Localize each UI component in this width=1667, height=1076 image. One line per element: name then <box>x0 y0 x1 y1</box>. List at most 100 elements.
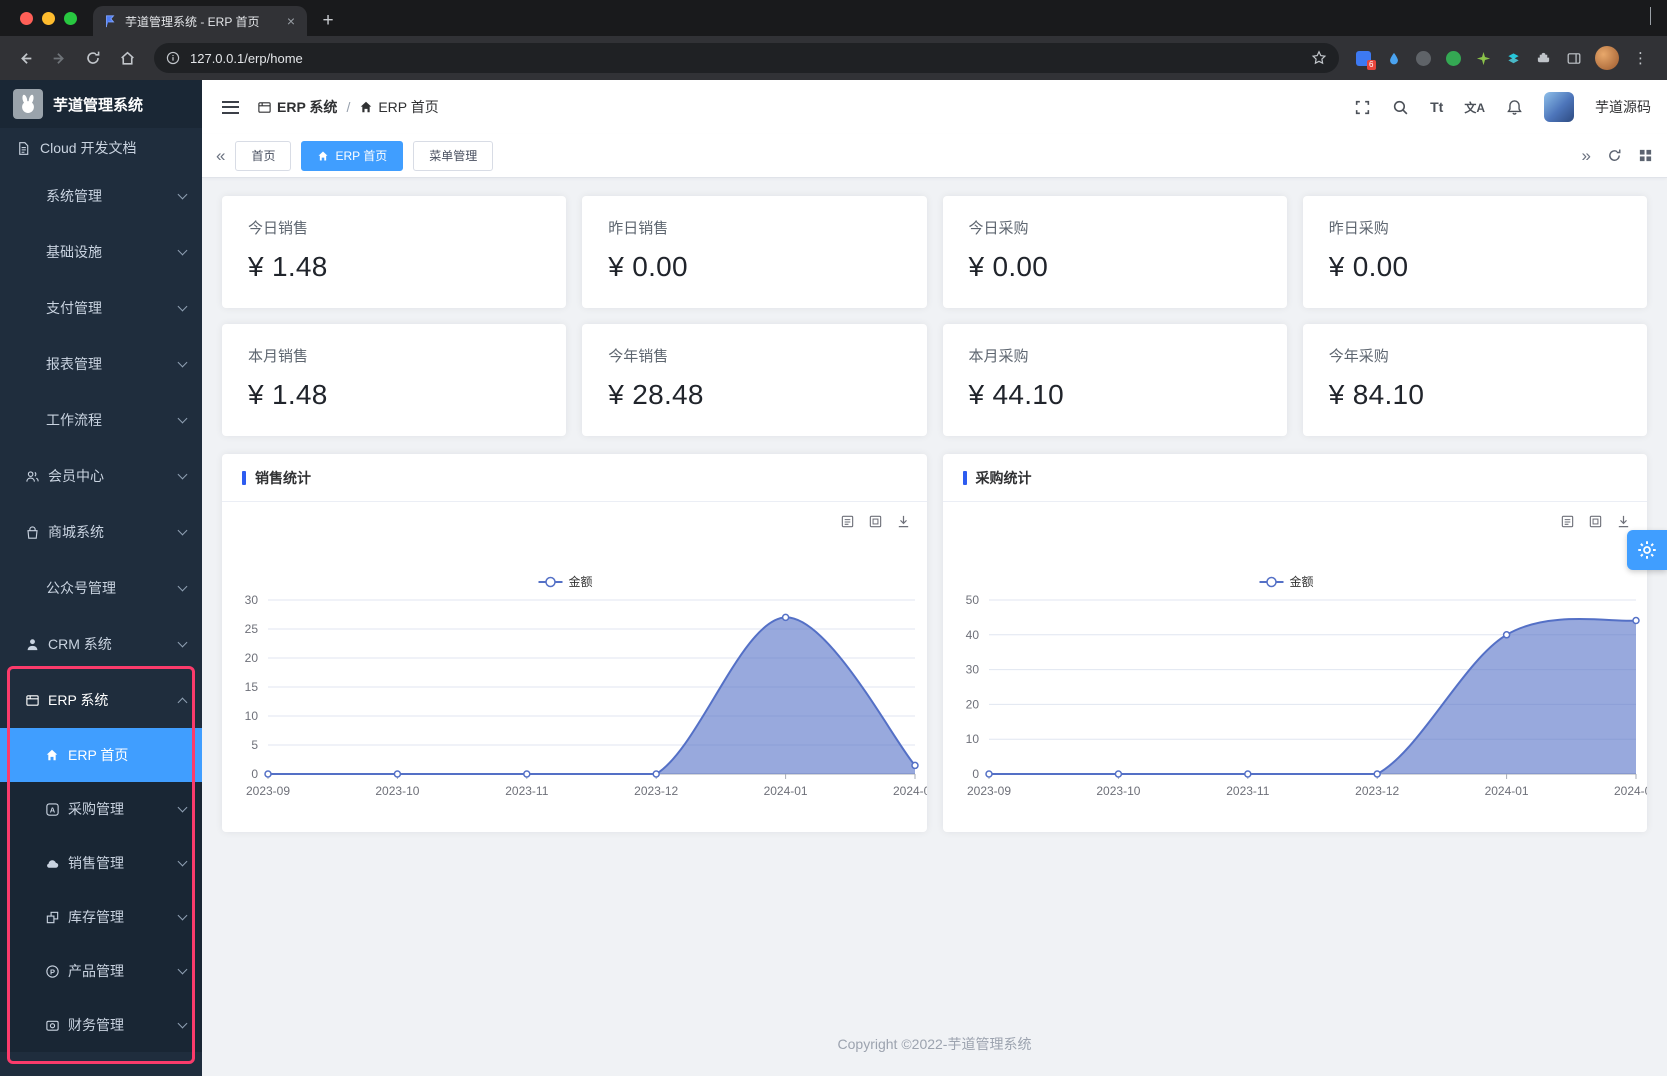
sidebar-item-erp-purchase[interactable]: A 采购管理 <box>0 782 202 836</box>
svg-text:2023-09: 2023-09 <box>246 784 290 798</box>
svg-text:5: 5 <box>251 738 258 752</box>
tags-scroll-right-icon[interactable]: » <box>1582 147 1591 164</box>
notifications-bell-icon[interactable] <box>1506 99 1523 116</box>
tag-erp-home[interactable]: ERP 首页 <box>301 141 403 171</box>
stat-value: ¥ 84.10 <box>1329 379 1621 411</box>
extension-layers-icon[interactable] <box>1505 50 1522 67</box>
sidebar-item-payment[interactable]: 支付管理 <box>0 280 202 336</box>
user-avatar[interactable] <box>1544 92 1574 122</box>
chevron-down-icon <box>178 857 188 867</box>
sidebar-item-report[interactable]: 报表管理 <box>0 336 202 392</box>
refresh-icon[interactable] <box>1607 148 1622 163</box>
address-bar[interactable]: 127.0.0.1/erp/home <box>154 43 1339 73</box>
sidebar-item-erp-inventory[interactable]: 库存管理 <box>0 890 202 944</box>
minimize-window-button[interactable] <box>42 12 55 25</box>
reload-button[interactable] <box>78 43 108 73</box>
maximize-window-button[interactable] <box>64 12 77 25</box>
cloud-icon <box>44 855 60 871</box>
home-button[interactable] <box>112 43 142 73</box>
svg-text:0: 0 <box>251 767 258 781</box>
sidebar-item-crm[interactable]: CRM 系统 <box>0 616 202 672</box>
extension-dark-circle-icon[interactable] <box>1415 50 1432 67</box>
sales-chart-canvas: 0510152025302023-092023-102023-112023-12… <box>222 502 927 832</box>
svg-text:30: 30 <box>965 663 979 677</box>
stat-card-today-sales: 今日销售 ¥ 1.48 <box>222 196 566 308</box>
sidebar-item-erp[interactable]: ERP 系统 <box>0 672 202 728</box>
app-logo-row[interactable]: 芋道管理系统 <box>0 80 202 128</box>
stat-label: 今年销售 <box>608 345 900 366</box>
tag-menu-management[interactable]: 菜单管理 <box>413 141 493 171</box>
browser-menu-kebab-icon[interactable]: ⋮ <box>1632 50 1649 67</box>
header-actions: Tt 文A 芋道源码 <box>1354 92 1651 122</box>
svg-text:40: 40 <box>965 628 979 642</box>
sidebar-item-erp-product[interactable]: P 产品管理 <box>0 944 202 998</box>
doc-link-label: Cloud 开发文档 <box>40 138 136 158</box>
fullscreen-icon[interactable] <box>1354 99 1371 116</box>
chevron-down-icon <box>178 911 188 921</box>
extension-green-circle-icon[interactable] <box>1445 50 1462 67</box>
sidebar-item-infra[interactable]: 基础设施 <box>0 224 202 280</box>
sidebar-item-system[interactable]: 系统管理 <box>0 168 202 224</box>
svg-text:10: 10 <box>965 732 979 746</box>
browser-tab[interactable]: 芋道管理系统 - ERP 首页 × <box>93 6 307 36</box>
sidebar-item-official-account[interactable]: 公众号管理 <box>0 560 202 616</box>
chart-toolbox-dataview-icon[interactable] <box>1560 514 1575 529</box>
sidebar-item-mall[interactable]: 商城系统 <box>0 504 202 560</box>
tab-title: 芋道管理系统 - ERP 首页 <box>125 13 277 30</box>
bookmark-star-icon[interactable] <box>1311 50 1327 66</box>
tab-favicon <box>103 14 117 28</box>
close-window-button[interactable] <box>20 12 33 25</box>
side-panel-icon[interactable] <box>1565 50 1582 67</box>
breadcrumb-separator: / <box>346 99 350 115</box>
app-title: 芋道管理系统 <box>53 94 143 115</box>
browser-profile-avatar[interactable] <box>1595 46 1619 70</box>
tab-close-icon[interactable]: × <box>285 13 297 29</box>
font-size-icon[interactable]: Tt <box>1430 99 1443 115</box>
sidebar-item-erp-sales[interactable]: 销售管理 <box>0 836 202 890</box>
svg-text:20: 20 <box>245 651 259 665</box>
product-icon: P <box>44 963 60 979</box>
hamburger-menu-icon[interactable] <box>218 97 243 118</box>
sidebar-item-workflow[interactable]: 工作流程 <box>0 392 202 448</box>
extensions-puzzle-icon[interactable] <box>1535 50 1552 67</box>
site-info-icon[interactable] <box>166 51 180 65</box>
stat-label: 昨日销售 <box>608 217 900 238</box>
extension-star-icon[interactable] <box>1475 50 1492 67</box>
tag-home[interactable]: 首页 <box>235 141 291 171</box>
new-tab-button[interactable]: + <box>315 7 341 33</box>
search-icon[interactable] <box>1392 99 1409 116</box>
sidebar-item-erp-finance[interactable]: 财务管理 <box>0 998 202 1052</box>
translate-icon[interactable]: 文A <box>1464 99 1485 116</box>
stat-card-year-purchase: 今年采购 ¥ 84.10 <box>1303 324 1647 436</box>
chevron-down-icon <box>178 1019 188 1029</box>
sidebar-item-member[interactable]: 会员中心 <box>0 448 202 504</box>
layout-grid-icon[interactable] <box>1638 148 1653 163</box>
svg-text:25: 25 <box>245 622 259 636</box>
app-root: 芋道管理系统 Cloud 开发文档 系统管理 基础设施 支付管理 报表管理 <box>0 80 1667 1076</box>
chart-toolbox-restore-icon[interactable] <box>868 514 883 529</box>
chart-toolbox <box>1560 514 1631 529</box>
breadcrumb-erp-home[interactable]: ERP 首页 <box>359 97 438 117</box>
sidebar-item-erp-home[interactable]: ERP 首页 <box>0 728 202 782</box>
breadcrumb-erp-system[interactable]: ERP 系统 <box>257 97 337 117</box>
svg-text:2023-10: 2023-10 <box>1096 784 1140 798</box>
tab-search-chevron-icon[interactable] <box>1650 7 1651 25</box>
chart-toolbox-download-icon[interactable] <box>896 514 911 529</box>
svg-text:30: 30 <box>245 593 259 607</box>
title-accent-bar <box>242 471 246 485</box>
chart-toolbox-download-icon[interactable] <box>1616 514 1631 529</box>
stat-label: 今日采购 <box>969 217 1261 238</box>
sidebar-item-cloud-docs[interactable]: Cloud 开发文档 <box>0 128 202 168</box>
chart-toolbox-dataview-icon[interactable] <box>840 514 855 529</box>
theme-settings-button[interactable] <box>1627 530 1667 570</box>
chevron-down-icon <box>178 190 188 200</box>
svg-text:金额: 金额 <box>1289 574 1313 589</box>
stat-card-month-purchase: 本月采购 ¥ 44.10 <box>943 324 1287 436</box>
extension-adblock-icon[interactable]: 6 <box>1355 50 1372 67</box>
tags-scroll-left-icon[interactable]: « <box>216 147 225 164</box>
extension-drop-icon[interactable] <box>1385 50 1402 67</box>
stat-value: ¥ 0.00 <box>608 251 900 283</box>
chart-toolbox-restore-icon[interactable] <box>1588 514 1603 529</box>
forward-button[interactable] <box>44 43 74 73</box>
back-button[interactable] <box>10 43 40 73</box>
